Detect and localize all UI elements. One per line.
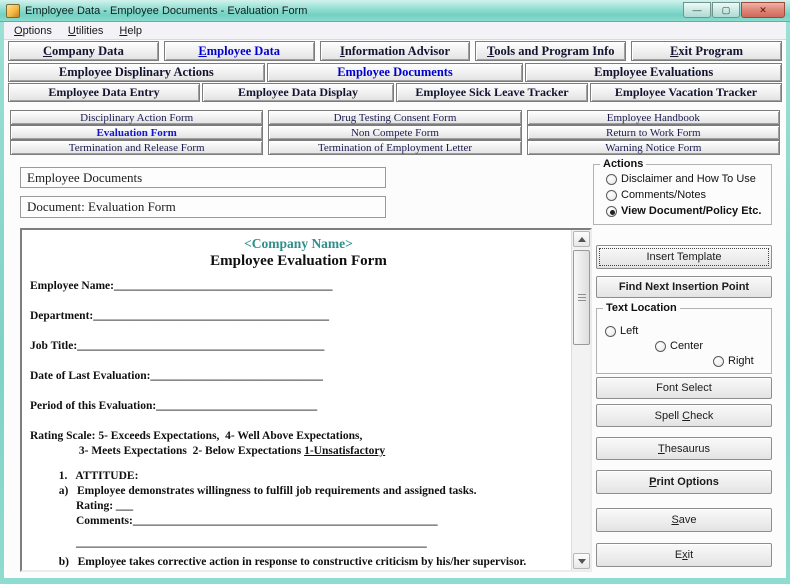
tab-employee-data-entry[interactable]: Employee Data Entry [8, 83, 200, 102]
doc-item1a-rating: Rating: ___ [30, 499, 567, 514]
form-disciplinary-action[interactable]: Disciplinary Action Form [10, 110, 263, 125]
text-location-group: Text Location Left Center Right [596, 308, 772, 374]
client-area: Company Data Employee Data Information A… [4, 40, 786, 578]
document-viewer[interactable]: <Company Name> Employee Evaluation Form … [20, 228, 592, 572]
scroll-up-icon [578, 237, 586, 242]
doc-field-period: Period of this Evaluation:______________… [30, 399, 567, 414]
doc-item1a-comments: Comments:_______________________________… [30, 514, 567, 529]
form-termination-release[interactable]: Termination and Release Form [10, 140, 263, 155]
scroll-down-button[interactable] [573, 553, 590, 569]
font-select-button[interactable]: Font Select [596, 377, 772, 399]
radio-text-left[interactable]: Left [605, 325, 638, 337]
radio-text-right[interactable]: Right [713, 355, 754, 367]
maximize-icon: ▢ [722, 5, 731, 16]
doc-company-name: <Company Name> [30, 235, 567, 252]
nav-employee-data[interactable]: Employee Data [164, 41, 315, 61]
form-evaluation[interactable]: Evaluation Form [10, 125, 263, 140]
radio-disclaimer[interactable]: Disclaimer and How To Use [606, 173, 756, 185]
tab-employee-data-display[interactable]: Employee Data Display [202, 83, 394, 102]
form-return-to-work[interactable]: Return to Work Form [527, 125, 780, 140]
window-title: Employee Data - Employee Documents - Eva… [25, 5, 307, 17]
actions-legend: Actions [600, 158, 646, 170]
doc-rating-scale-2: 3- Meets Expectations 2- Below Expectati… [30, 444, 567, 459]
actions-group: Actions Disclaimer and How To Use Commen… [593, 164, 772, 225]
radio-view-document[interactable]: View Document/Policy Etc. [606, 205, 761, 217]
tab-employee-disciplinary-actions[interactable]: Employee Displinary Actions [8, 63, 265, 82]
radio-checked-icon [606, 206, 617, 217]
radio-icon [713, 356, 724, 367]
scroll-up-button[interactable] [573, 231, 590, 247]
form-employee-handbook[interactable]: Employee Handbook [527, 110, 780, 125]
form-termination-employment-letter[interactable]: Termination of Employment Letter [268, 140, 521, 155]
document-form-grid: Disciplinary Action Form Drug Testing Co… [10, 110, 780, 155]
text-location-legend: Text Location [603, 302, 680, 314]
document-label: Document: Evaluation Form [20, 196, 386, 218]
doc-field-last-evaluation: Date of Last Evaluation:________________… [30, 369, 567, 384]
spell-check-button[interactable]: Spell Check [596, 404, 772, 427]
menu-bar: Options Utilities Help [4, 22, 786, 40]
nav-tools-program-info[interactable]: Tools and Program Info [475, 41, 626, 61]
tab-employee-vacation-tracker[interactable]: Employee Vacation Tracker [590, 83, 782, 102]
exit-button[interactable]: Exit [596, 543, 772, 567]
scrollbar-thumb[interactable] [573, 250, 590, 345]
doc-field-employee-name: Employee Name:__________________________… [30, 279, 567, 294]
scroll-down-icon [578, 559, 586, 564]
close-icon: ✕ [759, 5, 767, 16]
title-bar: Employee Data - Employee Documents - Eva… [0, 0, 790, 22]
form-non-compete[interactable]: Non Compete Form [268, 125, 521, 140]
doc-item1b-text: b) Employee takes corrective action in r… [30, 555, 567, 570]
tab-employee-documents[interactable]: Employee Documents [267, 63, 524, 82]
doc-field-department: Department:_____________________________… [30, 309, 567, 324]
menu-utilities[interactable]: Utilities [60, 24, 111, 38]
radio-icon [606, 174, 617, 185]
thesaurus-button[interactable]: Thesaurus [596, 437, 772, 460]
radio-icon [655, 341, 666, 352]
form-warning-notice[interactable]: Warning Notice Form [527, 140, 780, 155]
doc-title: Employee Evaluation Form [30, 252, 567, 271]
find-next-insertion-point-button[interactable]: Find Next Insertion Point [596, 276, 772, 298]
nav-company-data[interactable]: Company Data [8, 41, 159, 61]
menu-help[interactable]: Help [111, 24, 150, 38]
radio-comments-notes[interactable]: Comments/Notes [606, 189, 706, 201]
doc-rating-scale-1: Rating Scale: 5- Exceeds Expectations, 4… [30, 429, 567, 444]
nav-exit-program[interactable]: Exit Program [631, 41, 782, 61]
doc-item1a-comments-line2: ________________________________________… [30, 536, 567, 551]
section-label: Employee Documents [20, 167, 386, 188]
tertiary-nav: Employee Data Entry Employee Data Displa… [8, 83, 782, 102]
save-button[interactable]: Save [596, 508, 772, 532]
menu-options[interactable]: Options [6, 24, 60, 38]
document-content: <Company Name> Employee Evaluation Form … [22, 230, 571, 570]
document-scrollbar[interactable] [571, 230, 590, 570]
radio-icon [606, 190, 617, 201]
print-options-button[interactable]: Print Options [596, 470, 772, 494]
window-controls: — ▢ ✕ [683, 2, 785, 18]
insert-template-button[interactable]: Insert Template [596, 245, 772, 269]
doc-field-job-title: Job Title:______________________________… [30, 339, 567, 354]
minimize-icon: — [693, 5, 702, 15]
tab-employee-evaluations[interactable]: Employee Evaluations [525, 63, 782, 82]
radio-text-center[interactable]: Center [655, 340, 703, 352]
doc-item1-heading: 1. ATTITUDE: [30, 469, 567, 484]
minimize-button[interactable]: — [683, 2, 711, 18]
doc-item1a-text: a) Employee demonstrates willingness to … [30, 484, 567, 499]
secondary-nav: Employee Displinary Actions Employee Doc… [8, 63, 782, 82]
nav-information-advisor[interactable]: Information Advisor [320, 41, 471, 61]
primary-nav: Company Data Employee Data Information A… [8, 41, 782, 61]
close-button[interactable]: ✕ [741, 2, 785, 18]
maximize-button[interactable]: ▢ [712, 2, 740, 18]
app-icon [6, 4, 20, 18]
app-window: Employee Data - Employee Documents - Eva… [0, 0, 790, 584]
form-drug-testing-consent[interactable]: Drug Testing Consent Form [268, 110, 521, 125]
tab-employee-sick-leave-tracker[interactable]: Employee Sick Leave Tracker [396, 83, 588, 102]
scrollbar-grip-icon [578, 294, 586, 301]
radio-icon [605, 326, 616, 337]
